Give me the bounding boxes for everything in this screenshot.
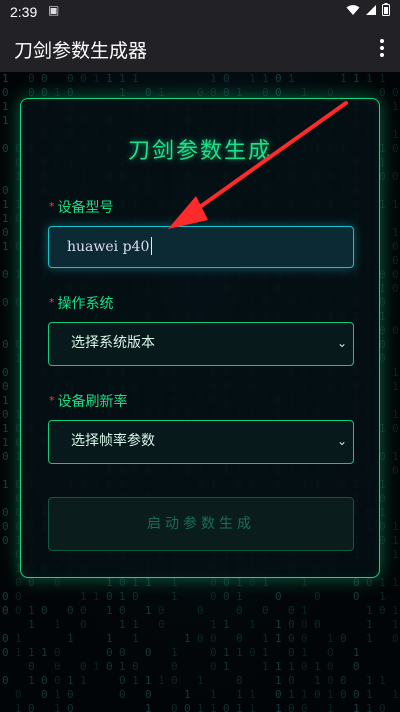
generate-button[interactable]: 启动参数生成 (48, 497, 354, 551)
required-mark: * (49, 394, 55, 407)
device-model-input[interactable]: huawei p40 (48, 226, 354, 268)
app-title: 刀剑参数生成器 (14, 40, 148, 62)
text-caret (151, 237, 153, 255)
device-model-label: * 设备型号 (49, 197, 114, 217)
more-vert-icon[interactable] (376, 38, 388, 58)
status-bar: 2:39 ▣ (0, 0, 400, 24)
matrix-column: 0 1 1 0 0 1 1 0 0 0 0 0 1 1 1 0 1 0 1 1 … (392, 86, 399, 701)
chevron-down-icon: ⌄ (336, 434, 347, 448)
signal-icon (366, 4, 376, 15)
os-select[interactable]: 选择系统版本 ⌄ (48, 322, 354, 366)
refresh-rate-label: * 设备刷新率 (49, 391, 128, 411)
sim-card-icon: ▣ (48, 3, 60, 17)
os-select-value: 选择系统版本 (71, 335, 155, 351)
refresh-rate-label-text: 设备刷新率 (57, 394, 128, 410)
status-time: 2:39 (10, 4, 38, 20)
refresh-rate-select[interactable]: 选择帧率参数 ⌄ (48, 420, 354, 464)
system-icons (346, 3, 390, 16)
card-title: 刀剑参数生成 (127, 139, 272, 164)
device-model-value: huawei p40 (67, 239, 150, 255)
required-mark: * (49, 200, 55, 213)
os-label: * 操作系统 (49, 293, 114, 313)
app-bar: 刀剑参数生成器 (0, 24, 400, 72)
matrix-column: 1 0 1 1 0 0 1 1 0 1 0 0 0 0 0 1 0 1 1 0 … (2, 72, 9, 687)
required-mark: * (49, 296, 55, 309)
battery-icon (382, 3, 390, 16)
os-label-text: 操作系统 (57, 296, 114, 312)
wifi-icon (346, 4, 360, 15)
form-card: 刀剑参数生成 * 设备型号 huawei p40 * 操作系统 选择系统版本 ⌄ *… (20, 98, 380, 578)
device-model-label-text: 设备型号 (57, 200, 114, 216)
chevron-down-icon: ⌄ (336, 336, 347, 350)
refresh-rate-select-value: 选择帧率参数 (71, 433, 155, 449)
